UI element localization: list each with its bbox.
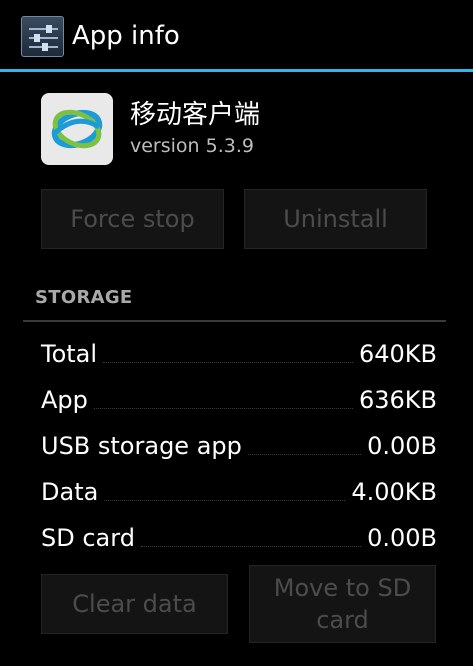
storage-row-data: Data 4.00KB bbox=[41, 473, 437, 507]
dotted-leader bbox=[104, 499, 346, 501]
china-mobile-logo-icon bbox=[41, 93, 113, 165]
storage-section-header: STORAGE bbox=[35, 287, 133, 308]
storage-value: 4.00KB bbox=[351, 478, 437, 506]
page-title: App info bbox=[72, 21, 180, 51]
storage-row-sd-card: SD card 0.00B bbox=[41, 519, 437, 553]
dotted-leader bbox=[247, 453, 362, 455]
storage-value: 0.00B bbox=[367, 524, 437, 552]
app-version: version 5.3.9 bbox=[130, 135, 254, 157]
storage-row-total: Total 640KB bbox=[41, 335, 437, 369]
storage-row-app: App 636KB bbox=[41, 381, 437, 415]
dotted-leader bbox=[140, 545, 362, 547]
section-divider bbox=[23, 320, 446, 322]
storage-value: 640KB bbox=[358, 340, 437, 368]
storage-row-usb-storage-app: USB storage app 0.00B bbox=[41, 427, 437, 461]
settings-sliders-icon[interactable] bbox=[21, 16, 64, 57]
storage-label: Total bbox=[41, 340, 98, 368]
dotted-leader bbox=[103, 361, 353, 363]
storage-label: Data bbox=[41, 478, 99, 506]
storage-label: App bbox=[41, 386, 88, 414]
action-bar: App info bbox=[0, 0, 473, 72]
force-stop-button[interactable]: Force stop bbox=[41, 189, 224, 249]
storage-label: SD card bbox=[41, 524, 135, 552]
uninstall-button[interactable]: Uninstall bbox=[244, 189, 427, 249]
storage-label: USB storage app bbox=[41, 432, 242, 460]
storage-value: 636KB bbox=[358, 386, 437, 414]
move-to-sd-card-button[interactable]: Move to SD card bbox=[249, 565, 436, 643]
app-name: 移动客户端 bbox=[130, 100, 261, 130]
dotted-leader bbox=[93, 407, 353, 409]
storage-value: 0.00B bbox=[367, 432, 437, 460]
clear-data-button[interactable]: Clear data bbox=[41, 574, 228, 634]
